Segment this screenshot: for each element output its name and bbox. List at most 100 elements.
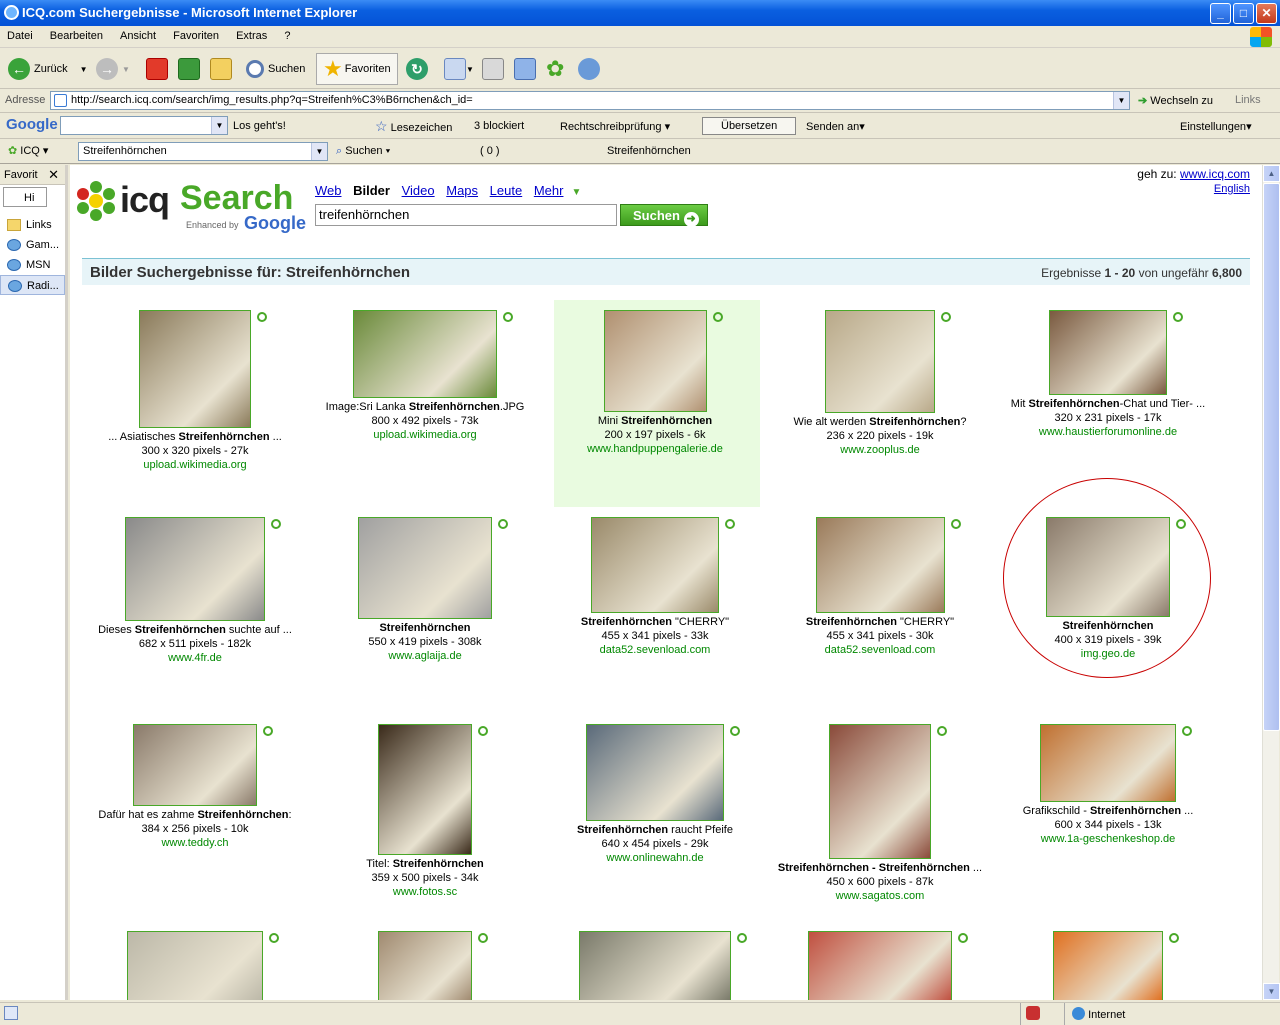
result-thumbnail[interactable] [825, 310, 935, 413]
result-thumbnail[interactable] [378, 931, 472, 1000]
result-thumbnail[interactable] [603, 310, 707, 412]
result-caption[interactable]: Image:Sri Lanka Streifenhörnchen.JPG [320, 400, 530, 414]
search-input[interactable]: treifenhörnchen [315, 204, 617, 226]
zoom-icon[interactable] [478, 933, 488, 943]
menu-datei[interactable]: Datei [0, 26, 40, 46]
result-item[interactable]: Streifenhörnchen raucht Pfeife 640 x 454 … [550, 724, 760, 865]
result-caption[interactable]: Mini Streifenhörnchen [550, 414, 760, 428]
settings-button[interactable]: Einstellungen▾ [1180, 120, 1252, 133]
zoom-icon[interactable] [1169, 933, 1179, 943]
result-source-url[interactable]: www.haustierforumonline.de [1003, 425, 1213, 439]
scroll-thumb[interactable] [1263, 183, 1280, 731]
menu-bearbeiten[interactable]: Bearbeiten [43, 26, 110, 46]
sidebar-item-links[interactable]: Links [0, 215, 65, 235]
mail-button[interactable]: ▼ [444, 53, 474, 85]
zoom-icon[interactable] [725, 519, 735, 529]
zoom-icon[interactable] [503, 312, 513, 322]
google-go-button[interactable]: Los geht's! [233, 120, 286, 132]
icq-search-dropdown[interactable]: ▼ [311, 143, 327, 160]
nav-mehr[interactable]: Mehr [534, 183, 564, 198]
close-button[interactable]: ✕ [1256, 3, 1277, 24]
icq-menu-button[interactable]: ✿ ICQ ▾ [8, 144, 48, 157]
result-thumbnail[interactable] [127, 931, 263, 1000]
result-source-url[interactable]: www.aglaija.de [320, 649, 530, 663]
popup-blocker-icon[interactable] [1026, 1006, 1040, 1020]
result-caption[interactable]: Streifenhörnchen "CHERRY" [550, 615, 760, 629]
icq-search-button[interactable]: ⌕ Suchen ▾ [336, 145, 390, 158]
result-item[interactable] [90, 931, 300, 1000]
popup-blocked-button[interactable]: 3 blockiert [474, 120, 524, 132]
zoom-icon[interactable] [269, 933, 279, 943]
vertical-scrollbar[interactable]: ▲ ▼ [1262, 165, 1280, 1000]
result-item[interactable] [320, 931, 530, 1000]
icq-message-count[interactable]: ( 0 ) [480, 145, 500, 157]
result-source-url[interactable]: www.1a-geschenkeshop.de [1003, 832, 1213, 846]
result-source-url[interactable]: data52.sevenload.com [550, 643, 760, 657]
nav-maps[interactable]: Maps [446, 183, 478, 198]
result-item[interactable]: Streifenhörnchen "CHERRY" 455 x 341 pixel… [550, 517, 760, 657]
sidebar-item-radio[interactable]: Radi... [0, 275, 65, 295]
zoom-icon[interactable] [478, 726, 488, 736]
address-input[interactable]: http://search.icq.com/search/img_results… [50, 91, 1130, 110]
icq-highlight-tab[interactable]: Streifenhörnchen [607, 145, 691, 157]
result-caption[interactable]: ... Asiatisches Streifenhörnchen ... [90, 430, 300, 444]
result-source-url[interactable]: www.zooplus.de [775, 443, 985, 457]
result-item[interactable]: ... Asiatisches Streifenhörnchen ... 300 … [90, 310, 300, 472]
result-source-url[interactable]: www.teddy.ch [90, 836, 300, 850]
english-link[interactable]: English [1214, 183, 1250, 195]
result-source-url[interactable]: data52.sevenload.com [775, 643, 985, 657]
result-thumbnail[interactable] [1049, 310, 1167, 395]
sidebar-item-games[interactable]: Gam... [0, 235, 65, 255]
zoom-icon[interactable] [263, 726, 273, 736]
result-item[interactable] [775, 931, 985, 1000]
scroll-down-arrow[interactable]: ▼ [1263, 983, 1280, 1000]
result-item[interactable]: Image:Sri Lanka Streifenhörnchen.JPG 800 … [320, 310, 530, 442]
result-caption[interactable]: Mit Streifenhörnchen-Chat und Tier- ... [1003, 397, 1213, 411]
result-item[interactable]: Wie alt werden Streifenhörnchen? 236 x 22… [775, 310, 985, 457]
result-thumbnail[interactable] [1040, 724, 1176, 802]
search-submit-button[interactable]: Suchen ➜ [620, 204, 708, 227]
links-label[interactable]: Links [1235, 94, 1261, 106]
messenger-button[interactable] [578, 53, 600, 85]
result-caption[interactable]: Grafikschild - Streifenhörnchen ... [1003, 804, 1213, 818]
zoom-icon[interactable] [941, 312, 951, 322]
zoom-icon[interactable] [257, 312, 267, 322]
chevron-down-icon[interactable]: ▼ [571, 187, 581, 198]
print-button[interactable] [482, 53, 504, 85]
result-item[interactable] [550, 931, 760, 1000]
result-thumbnail[interactable] [808, 931, 952, 1000]
search-button[interactable]: Suchen [246, 53, 305, 85]
icq-search-input[interactable]: Streifenhörnchen ▼ [78, 142, 328, 161]
favorites-button[interactable]: ★ Favoriten [316, 53, 398, 85]
result-item[interactable]: Mini Streifenhörnchen 200 x 197 pixels - … [550, 310, 760, 456]
icq-home-link[interactable]: www.icq.com [1180, 167, 1250, 181]
zoom-icon[interactable] [737, 933, 747, 943]
result-caption[interactable]: Dieses Streifenhörnchen suchte auf ... [90, 623, 300, 637]
go-button[interactable]: ➔ Wechseln zu [1138, 94, 1213, 107]
zoom-icon[interactable] [271, 519, 281, 529]
result-source-url[interactable]: upload.wikimedia.org [90, 458, 300, 472]
result-thumbnail[interactable] [358, 517, 492, 619]
menu-extras[interactable]: Extras [229, 26, 274, 46]
result-item[interactable]: Dafür hat es zahme Streifenhörnchen: 384 … [90, 724, 300, 850]
zoom-icon[interactable] [937, 726, 947, 736]
google-search-input[interactable]: ▼ [60, 116, 228, 135]
result-caption[interactable]: Streifenhörnchen raucht Pfeife [550, 823, 760, 837]
send-to-button[interactable]: Senden an▾ [806, 120, 865, 133]
result-source-url[interactable]: www.handpuppengalerie.de [550, 442, 760, 456]
result-caption[interactable]: Wie alt werden Streifenhörnchen? [775, 415, 985, 429]
result-thumbnail[interactable] [586, 724, 724, 821]
result-thumbnail[interactable] [591, 517, 719, 613]
result-item[interactable]: Mit Streifenhörnchen-Chat und Tier- ... 3… [1003, 310, 1213, 439]
result-thumbnail[interactable] [829, 724, 931, 859]
translate-button[interactable]: Übersetzen [702, 117, 797, 135]
maximize-button[interactable]: □ [1233, 3, 1254, 24]
refresh-button[interactable] [178, 53, 200, 85]
address-dropdown[interactable]: ▼ [1113, 92, 1129, 109]
result-thumbnail[interactable] [133, 724, 257, 806]
zoom-icon[interactable] [712, 312, 723, 322]
result-item[interactable]: Streifenhörnchen "CHERRY" 455 x 341 pixel… [775, 517, 985, 657]
icq-toolbar-button[interactable]: ✿ [546, 53, 564, 85]
result-item[interactable]: Titel: Streifenhörnchen 359 x 500 pixels … [320, 724, 530, 899]
nav-video[interactable]: Video [402, 183, 435, 198]
